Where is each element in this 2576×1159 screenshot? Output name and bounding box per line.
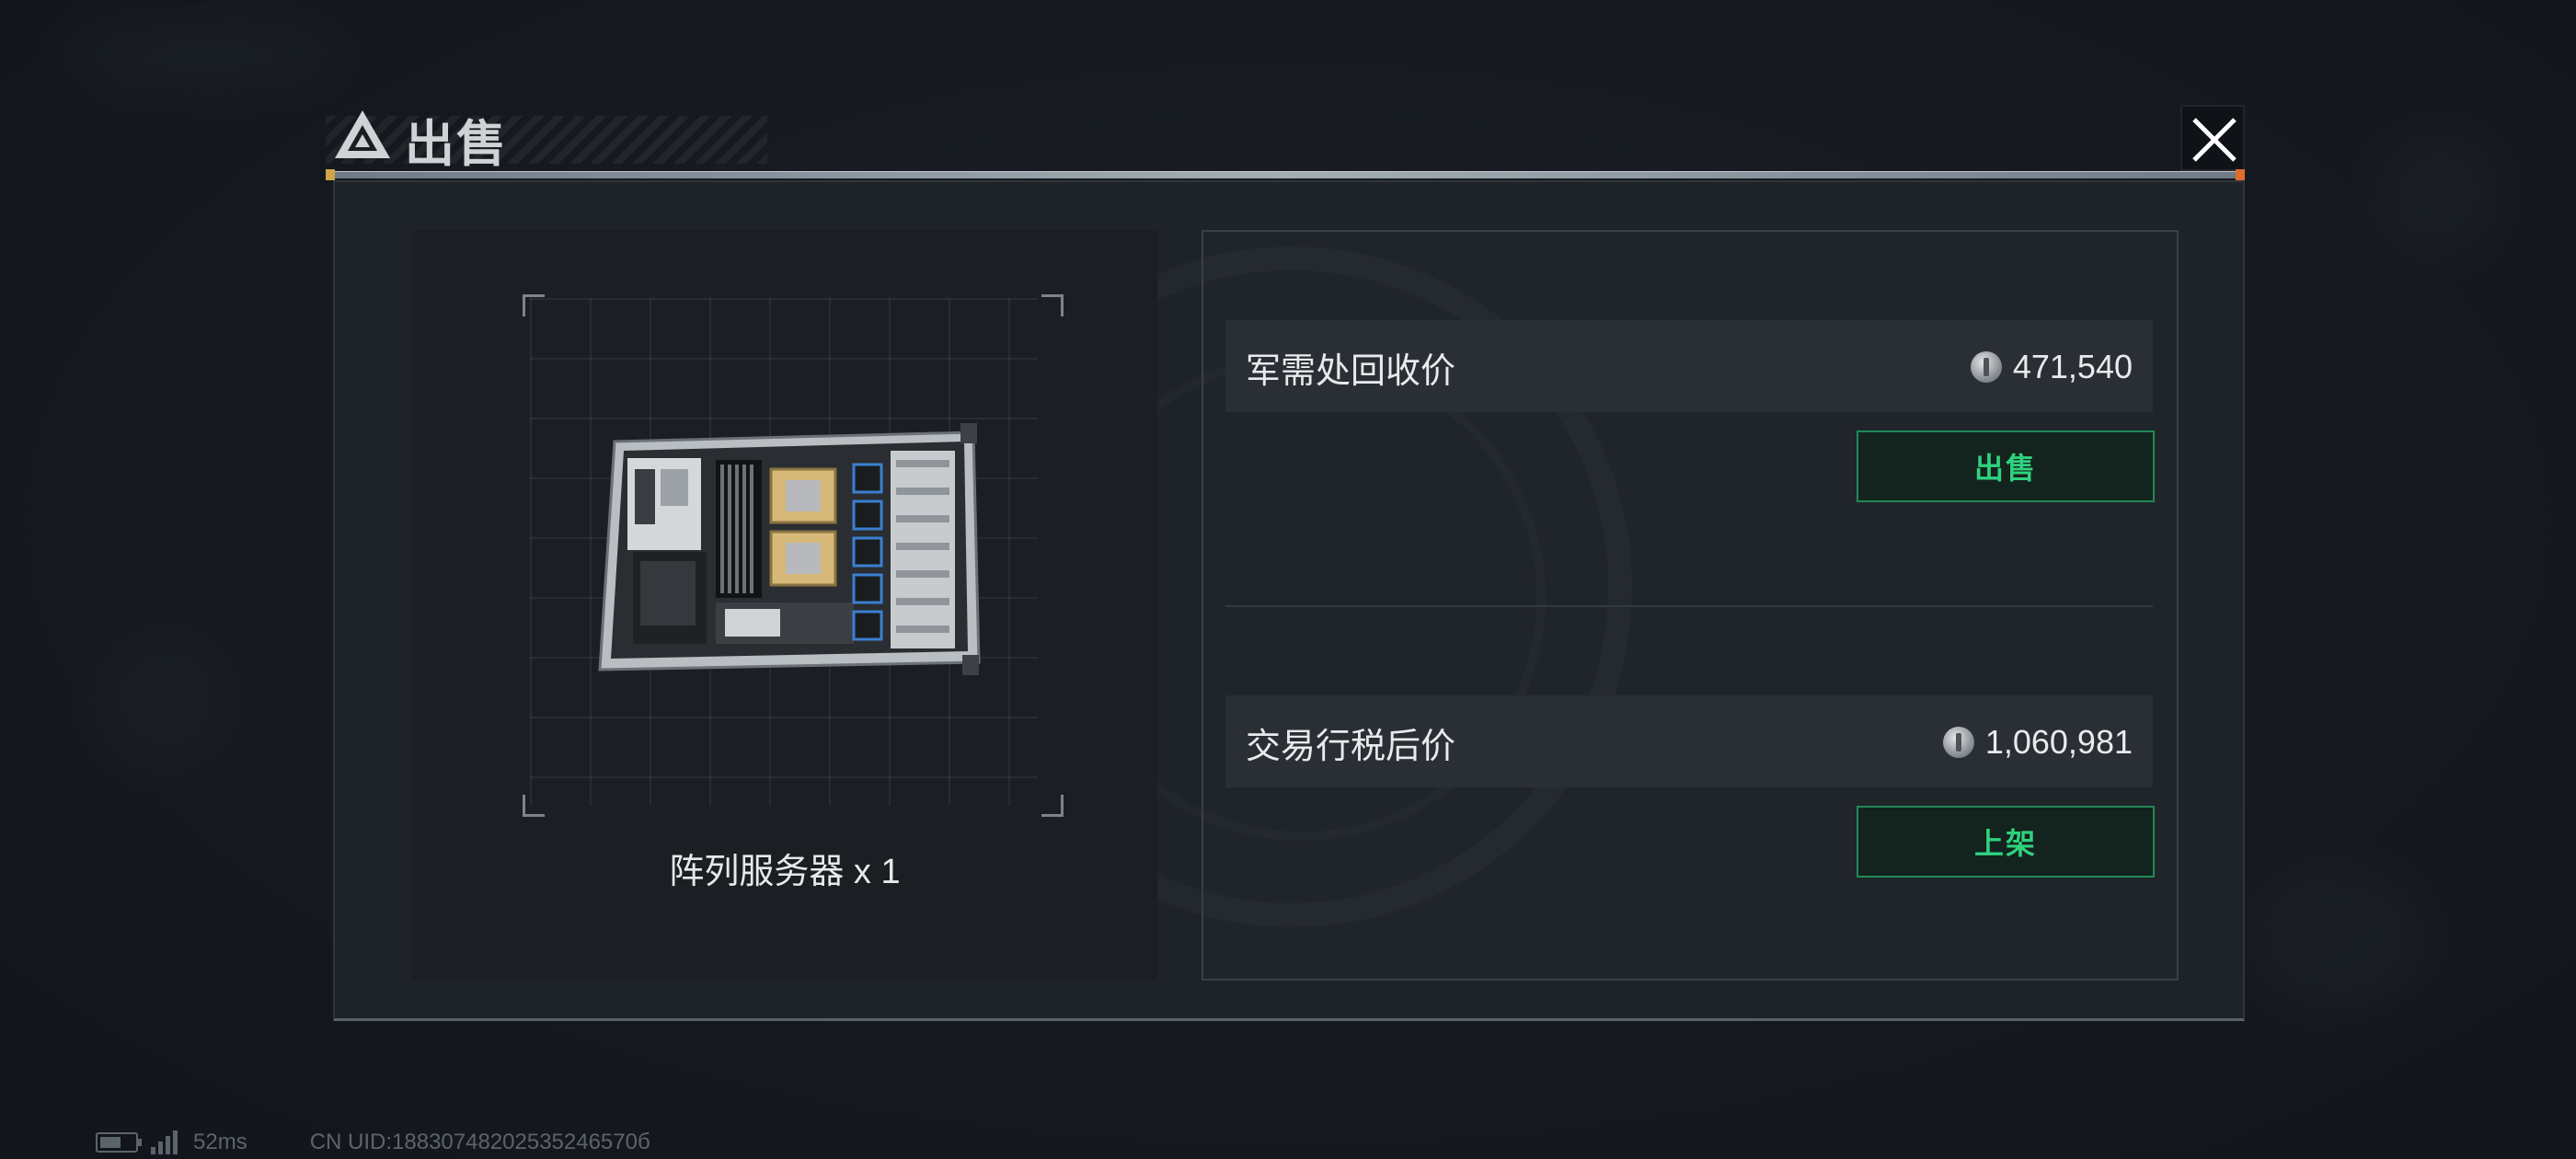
ping-text: 52ms bbox=[193, 1130, 247, 1154]
background-blur bbox=[92, 625, 239, 773]
header-decoration bbox=[326, 116, 767, 164]
price-panel: 军需处回收价 471,540 出售 交易行税后价 1,060,981 上架 bbox=[1202, 230, 2179, 981]
recycle-price: 471,540 bbox=[1970, 348, 2133, 386]
uid-text: CN UID:18830748202535246570б bbox=[309, 1130, 650, 1154]
frame-corner bbox=[523, 795, 545, 817]
array-server-image bbox=[598, 423, 981, 675]
background-blur bbox=[2374, 129, 2502, 258]
battery-icon bbox=[96, 1132, 142, 1153]
recycle-price-label: 军需处回收价 bbox=[1246, 352, 1456, 391]
recycle-price-row: 军需处回收价 471,540 bbox=[1225, 320, 2153, 412]
trade-price-row: 交易行税后价 1,060,981 bbox=[1225, 695, 2153, 787]
triangle-logo-icon bbox=[335, 110, 390, 158]
background-blur bbox=[2245, 865, 2429, 1012]
item-name: 阵列服务器 x 1 bbox=[669, 853, 901, 891]
coin-icon bbox=[1970, 351, 2002, 383]
coin-icon bbox=[1942, 727, 1974, 758]
list-on-market-button[interactable]: 上架 bbox=[1857, 806, 2155, 878]
close-icon bbox=[2192, 118, 2237, 162]
signal-icon bbox=[151, 1130, 180, 1154]
dialog-header: 出售 bbox=[326, 96, 2245, 180]
background-blur bbox=[55, 18, 350, 92]
divider bbox=[1225, 605, 2153, 607]
recycle-price-value: 471,540 bbox=[2012, 348, 2133, 385]
trade-price: 1,060,981 bbox=[1942, 723, 2133, 762]
header-rail bbox=[326, 169, 2245, 180]
frame-corner bbox=[1041, 294, 1064, 316]
dialog-title: 出售 bbox=[405, 117, 508, 172]
status-bar: 52ms CN UID:18830748202535246570б bbox=[96, 1130, 650, 1155]
item-preview-panel: 阵列服务器 x 1 bbox=[412, 230, 1157, 981]
sell-button[interactable]: 出售 bbox=[1857, 430, 2155, 502]
trade-price-label: 交易行税后价 bbox=[1246, 728, 1456, 766]
trade-price-value: 1,060,981 bbox=[1984, 723, 2133, 761]
close-button[interactable] bbox=[2180, 105, 2245, 171]
frame-corner bbox=[523, 294, 545, 316]
frame-corner bbox=[1041, 795, 1064, 817]
sell-dialog: 阵列服务器 x 1 军需处回收价 471,540 出售 交易行税后价 1,060… bbox=[333, 180, 2245, 1021]
